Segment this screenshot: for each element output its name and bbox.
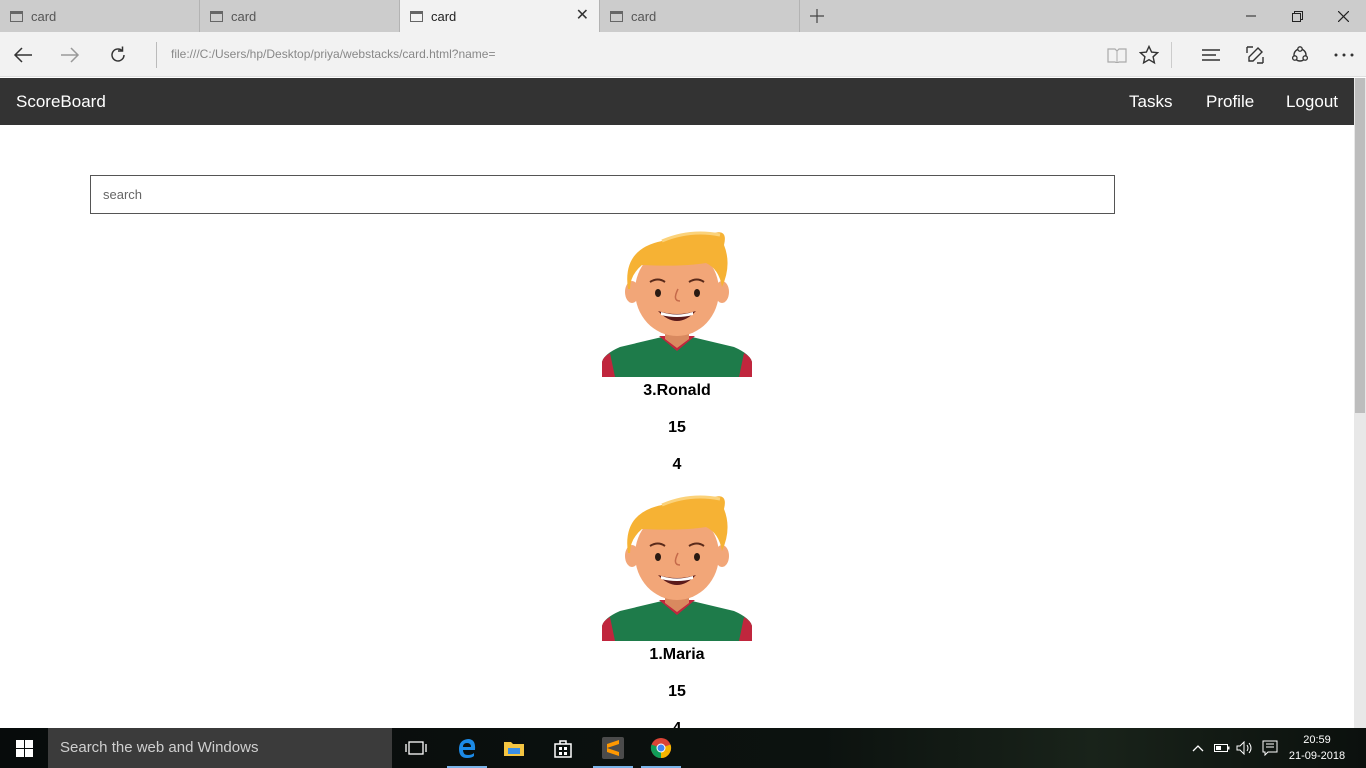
back-arrow-icon [13, 47, 32, 63]
tab-title: card [431, 8, 457, 24]
taskbar-app-edge[interactable] [443, 728, 491, 768]
more-button[interactable] [1329, 40, 1359, 70]
nav-link-profile[interactable]: Profile [1206, 92, 1254, 112]
forward-arrow-icon [61, 47, 80, 63]
store-icon [554, 740, 572, 758]
windows-taskbar: Search the web and Windows 20:59 21-09-2… [0, 728, 1366, 768]
url-field[interactable]: file:///C:/Users/hp/Desktop/priya/websta… [171, 47, 495, 61]
taskbar-app-file-explorer[interactable] [490, 728, 538, 768]
minimize-button[interactable] [1228, 0, 1274, 32]
favorite-button[interactable] [1134, 40, 1164, 70]
new-tab-button[interactable] [801, 0, 833, 32]
close-icon [1337, 10, 1349, 22]
more-icon [1334, 53, 1354, 57]
hub-icon [1202, 49, 1220, 61]
player-name: 3.Ronald [643, 382, 711, 399]
player-name: 1.Maria [649, 646, 705, 663]
close-window-button[interactable] [1320, 0, 1366, 32]
chrome-icon [650, 738, 672, 759]
start-button[interactable] [0, 728, 48, 768]
browser-tab[interactable]: card [600, 0, 800, 32]
file-explorer-icon [504, 742, 524, 756]
share-button[interactable] [1285, 40, 1315, 70]
page-icon [210, 10, 223, 22]
restore-icon [1291, 10, 1303, 22]
task-view-button[interactable] [392, 728, 440, 768]
battery-button[interactable] [1212, 728, 1232, 768]
url-separator [156, 42, 157, 68]
show-hidden-icons-button[interactable] [1188, 728, 1208, 768]
minimize-icon [1246, 15, 1256, 17]
plus-icon [810, 9, 824, 23]
browser-tab[interactable]: card [200, 0, 400, 32]
taskbar-app-chrome[interactable] [637, 728, 685, 768]
brand-link[interactable]: ScoreBoard [16, 92, 106, 112]
reading-view-button[interactable] [1102, 40, 1132, 70]
player-score: 15 [668, 419, 686, 436]
page-icon [10, 10, 23, 22]
taskbar-clock[interactable]: 20:59 21-09-2018 [1284, 732, 1350, 764]
sublime-text-icon [602, 737, 624, 759]
chevron-up-icon [1192, 745, 1204, 752]
notifications-button[interactable] [1260, 728, 1280, 768]
tab-close-icon[interactable]: ✕ [576, 8, 589, 24]
edge-icon [459, 739, 476, 758]
volume-icon [1236, 741, 1252, 755]
page-scrollbar-thumb[interactable] [1355, 78, 1365, 413]
tab-title: card [31, 8, 57, 24]
volume-button[interactable] [1235, 728, 1255, 768]
taskbar-app-store[interactable] [539, 728, 587, 768]
nav-link-tasks[interactable]: Tasks [1129, 92, 1172, 112]
tab-title: card [231, 8, 257, 24]
player-score: 15 [668, 683, 686, 700]
back-button[interactable] [8, 40, 38, 70]
page-icon [610, 10, 623, 22]
task-view-icon [405, 741, 427, 755]
app-navbar: ScoreBoard Tasks Profile Logout [0, 78, 1354, 125]
avatar-image [602, 231, 752, 377]
refresh-icon [111, 46, 125, 62]
avatar-image [602, 495, 752, 641]
browser-tab-active[interactable]: card ✕ [400, 0, 600, 32]
share-icon [1291, 46, 1309, 62]
clock-date: 21-09-2018 [1288, 750, 1346, 762]
nav-link-logout[interactable]: Logout [1286, 92, 1338, 112]
taskbar-search-box[interactable]: Search the web and Windows [48, 728, 392, 768]
clock-time: 20:59 [1303, 734, 1331, 746]
tab-title: card [631, 8, 657, 24]
page-icon [410, 10, 423, 22]
forward-button[interactable] [55, 40, 85, 70]
windows-logo-icon [15, 739, 33, 757]
favorite-star-icon [1139, 45, 1159, 65]
battery-icon [1214, 744, 1230, 752]
player-level: 4 [0, 720, 1354, 728]
main-content: 3.Ronald 15 4 1.Maria 15 4 [0, 125, 1354, 728]
restore-button[interactable] [1274, 0, 1320, 32]
notifications-icon [1262, 740, 1278, 756]
refresh-button[interactable] [103, 40, 133, 70]
taskbar-app-sublime[interactable] [589, 728, 637, 768]
browser-address-bar: file:///C:/Users/hp/Desktop/priya/websta… [0, 32, 1366, 77]
toolbar-separator [1171, 42, 1172, 68]
browser-tab-strip: card card card ✕ card [0, 0, 1366, 32]
hub-button[interactable] [1196, 40, 1226, 70]
web-note-button[interactable] [1240, 40, 1270, 70]
web-note-icon [1246, 46, 1264, 64]
browser-tab[interactable]: card [0, 0, 200, 32]
reading-view-icon [1107, 48, 1127, 63]
search-input[interactable] [90, 175, 1115, 214]
player-level: 4 [672, 456, 682, 473]
